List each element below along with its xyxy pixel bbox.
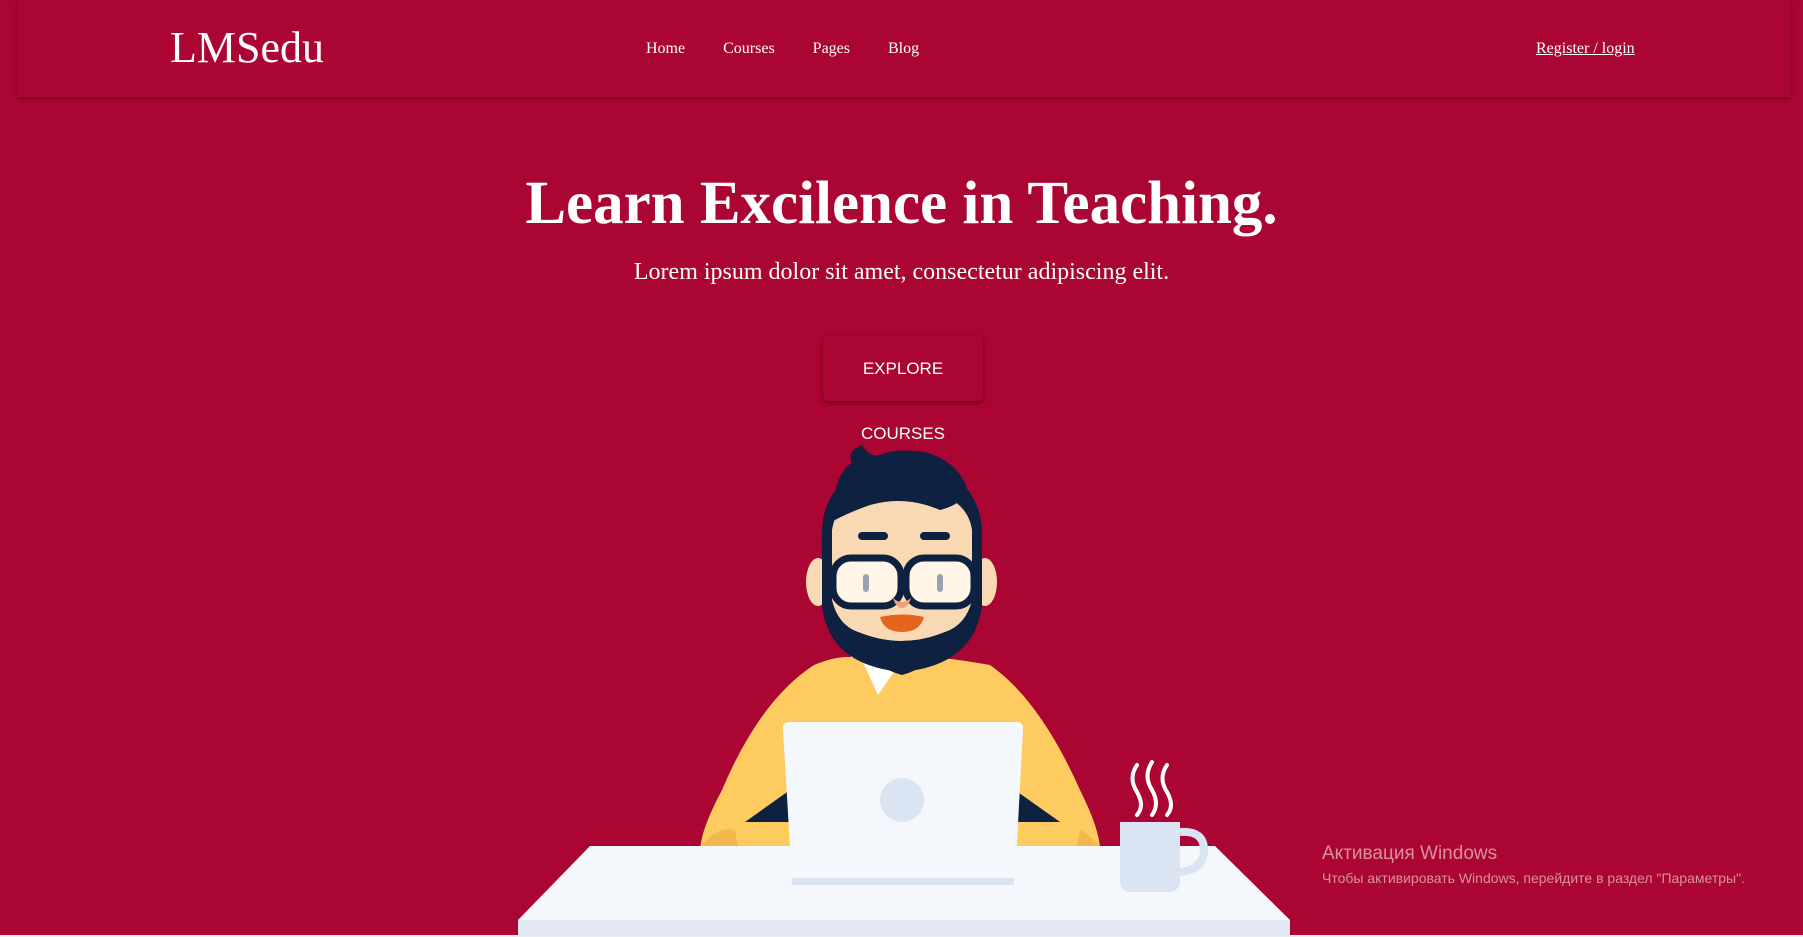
teacher-illustration <box>518 445 1290 937</box>
nav-link-courses[interactable]: Courses <box>723 37 775 61</box>
laptop <box>782 722 1024 885</box>
windows-activation-watermark: Активация Windows Чтобы активировать Win… <box>1322 842 1745 888</box>
explore-courses-button[interactable]: EXPLORE COURSES <box>823 336 983 443</box>
nav-link-pages[interactable]: Pages <box>813 37 850 61</box>
top-navbar: LMSedu Home Courses Pages Blog Register … <box>18 0 1790 97</box>
head <box>806 445 997 675</box>
hero-subtitle: Lorem ipsum dolor sit amet, consectetur … <box>633 259 1170 285</box>
nav-link-home[interactable]: Home <box>646 37 685 61</box>
sweater <box>700 656 1105 874</box>
watermark-subtitle: Чтобы активировать Windows, перейдите в … <box>1322 870 1745 886</box>
arms <box>745 790 1060 822</box>
main-nav: Home Courses Pages Blog <box>646 37 919 61</box>
nav-link-blog[interactable]: Blog <box>888 37 919 61</box>
register-login-link[interactable]: Register / login <box>1536 37 1635 61</box>
site-logo[interactable]: LMSedu <box>170 22 324 74</box>
shirt-collar <box>822 655 930 712</box>
watermark-title: Активация Windows <box>1322 843 1498 864</box>
hero-title: Learn Excilence in Teaching. <box>525 170 1278 237</box>
desk <box>518 846 1290 937</box>
coffee-cup-icon <box>1120 760 1209 892</box>
